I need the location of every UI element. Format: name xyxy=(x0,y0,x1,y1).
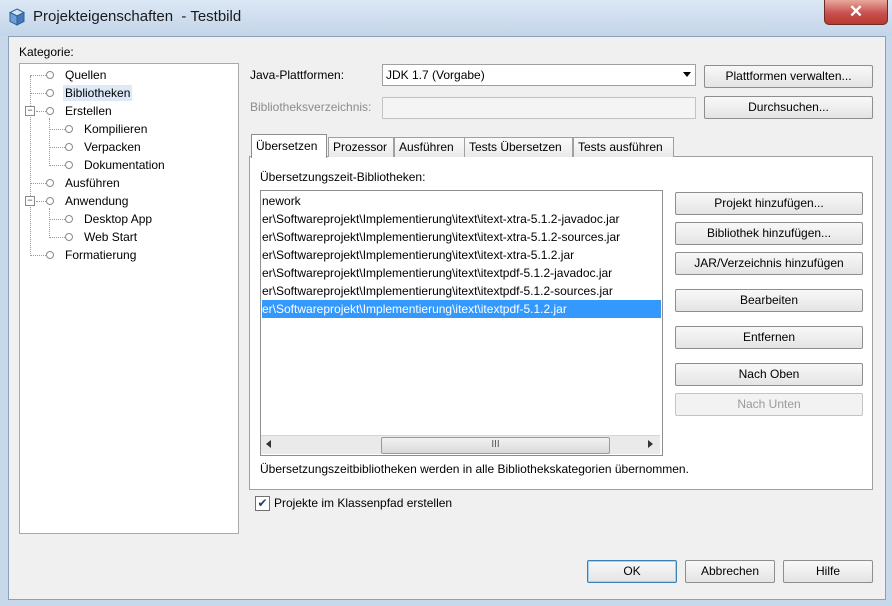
tree-node-icon xyxy=(46,71,54,79)
tree-node-icon xyxy=(65,143,73,151)
compile-libraries-list[interactable]: nework er\Softwareprojekt\Implementierun… xyxy=(260,190,663,456)
project-cube-icon xyxy=(9,8,25,26)
tab-tests-ausfuehren[interactable]: Tests ausführen xyxy=(573,137,674,157)
tree-item-verpacken[interactable]: Verpacken xyxy=(84,139,141,155)
close-button[interactable]: ✕ xyxy=(824,0,888,25)
scroll-right-icon[interactable] xyxy=(648,440,653,448)
list-item[interactable]: er\Softwareprojekt\Implementierung\itext… xyxy=(262,264,661,282)
build-projects-checkbox[interactable]: ✔ xyxy=(255,496,270,511)
tree-node-icon xyxy=(46,197,54,205)
manage-platforms-button[interactable]: Plattformen verwalten... xyxy=(704,65,873,88)
scrollbar-thumb[interactable]: III xyxy=(381,437,610,454)
add-library-button[interactable]: Bibliothek hinzufügen... xyxy=(675,222,863,245)
tree-node-icon xyxy=(65,125,73,133)
cancel-button[interactable]: Abbrechen xyxy=(685,560,775,583)
platform-label: Java-Plattformen: xyxy=(250,68,345,82)
ok-button[interactable]: OK xyxy=(587,560,677,583)
tab-ausfuehren[interactable]: Ausführen xyxy=(394,137,467,157)
add-jar-folder-button[interactable]: JAR/Verzeichnis hinzufügen xyxy=(675,252,863,275)
platform-select-value[interactable]: JDK 1.7 (Vorgabe) xyxy=(386,68,485,82)
platform-select[interactable]: JDK 1.7 (Vorgabe) xyxy=(382,64,696,86)
tree-node-icon xyxy=(65,233,73,241)
list-item[interactable]: er\Softwareprojekt\Implementierung\itext… xyxy=(262,228,661,246)
tree-item-erstellen[interactable]: Erstellen xyxy=(65,103,112,119)
window-title: Projekteigenschaften - Testbild xyxy=(33,8,242,25)
move-up-button[interactable]: Nach Oben xyxy=(675,363,863,386)
tree-item-desktop-app[interactable]: Desktop App xyxy=(84,211,152,227)
tree-node-icon xyxy=(65,161,73,169)
tree-item-formatierung[interactable]: Formatierung xyxy=(65,247,136,263)
move-down-button[interactable]: Nach Unten xyxy=(675,393,863,416)
list-item[interactable]: nework xyxy=(262,192,661,210)
horizontal-scrollbar[interactable]: III xyxy=(261,435,660,454)
tree-item-ausfuehren[interactable]: Ausführen xyxy=(65,175,120,191)
close-icon[interactable]: ✕ xyxy=(849,2,863,21)
list-item-selected[interactable]: er\Softwareprojekt\Implementierung\itext… xyxy=(262,300,661,318)
collapse-icon[interactable]: − xyxy=(25,106,35,116)
library-folder-field[interactable] xyxy=(382,97,696,119)
tab-tests-uebersetzen[interactable]: Tests Übersetzen xyxy=(464,137,573,157)
library-folder-label: Bibliotheksverzeichnis: xyxy=(250,100,372,114)
collapse-icon[interactable]: − xyxy=(25,196,35,206)
tree-node-icon xyxy=(46,107,54,115)
browse-button[interactable]: Durchsuchen... xyxy=(704,96,873,119)
tree-item-kompilieren[interactable]: Kompilieren xyxy=(84,121,147,137)
remove-button[interactable]: Entfernen xyxy=(675,326,863,349)
list-item[interactable]: er\Softwareprojekt\Implementierung\itext… xyxy=(262,282,661,300)
tree-item-anwendung[interactable]: Anwendung xyxy=(65,193,128,209)
compile-libraries-note: Übersetzungszeitbibliotheken werden in a… xyxy=(260,462,689,476)
scroll-left-icon[interactable] xyxy=(266,440,271,448)
list-item[interactable]: er\Softwareprojekt\Implementierung\itext… xyxy=(262,246,661,264)
tree-node-icon xyxy=(46,179,54,187)
list-item[interactable]: er\Softwareprojekt\Implementierung\itext… xyxy=(262,210,661,228)
category-label: Kategorie: xyxy=(19,45,74,59)
tab-prozessor[interactable]: Prozessor xyxy=(328,137,394,157)
tab-uebersetzen[interactable]: Übersetzen xyxy=(251,134,327,158)
tree-node-icon xyxy=(46,251,54,259)
grip-icon: III xyxy=(491,439,500,450)
help-button[interactable]: Hilfe xyxy=(783,560,873,583)
dropdown-arrow-icon[interactable] xyxy=(683,72,691,77)
tree-node-icon xyxy=(46,89,54,97)
category-tree[interactable]: Quellen Bibliotheken − Erstellen Kompili… xyxy=(19,63,239,534)
add-project-button[interactable]: Projekt hinzufügen... xyxy=(675,192,863,215)
tree-item-web-start[interactable]: Web Start xyxy=(84,229,137,245)
tree-item-bibliotheken[interactable]: Bibliotheken xyxy=(63,85,133,101)
tree-item-quellen[interactable]: Quellen xyxy=(65,67,106,83)
tree-item-dokumentation[interactable]: Dokumentation xyxy=(84,157,165,173)
edit-button[interactable]: Bearbeiten xyxy=(675,289,863,312)
tree-node-icon xyxy=(65,215,73,223)
compile-libraries-label: Übersetzungszeit-Bibliotheken: xyxy=(260,170,426,184)
build-projects-label[interactable]: Projekte im Klassenpfad erstellen xyxy=(274,496,452,510)
checkmark-icon[interactable]: ✔ xyxy=(257,496,267,510)
